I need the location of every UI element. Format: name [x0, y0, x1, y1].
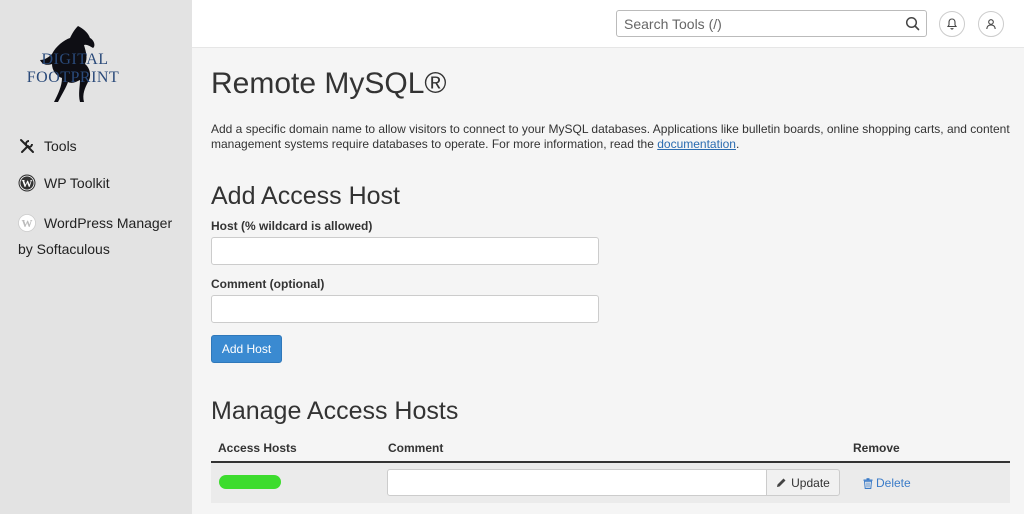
sidebar-item-tools[interactable]: Tools: [18, 136, 188, 156]
pencil-icon: [776, 477, 787, 488]
update-label: Update: [791, 475, 830, 490]
logo-text-line1: DIGITAL: [41, 51, 109, 68]
update-button[interactable]: Update: [766, 469, 840, 496]
table-row: Update Delete: [211, 463, 1010, 503]
sidebar-item-sublabel: by Softaculous: [18, 241, 110, 257]
add-host-button[interactable]: Add Host: [211, 335, 282, 363]
top-header: [192, 0, 1024, 48]
comment-input[interactable]: [211, 295, 599, 323]
documentation-link[interactable]: documentation: [657, 137, 736, 151]
bell-icon: [946, 18, 958, 30]
description-end: .: [735, 137, 740, 151]
sidebar-item-label: WP Toolkit: [44, 175, 110, 191]
search-input[interactable]: [617, 11, 897, 36]
notifications-button[interactable]: [939, 11, 965, 37]
table-header: Access Hosts Comment Remove: [211, 433, 1010, 463]
delete-link[interactable]: Delete: [863, 476, 911, 490]
tools-icon: [18, 137, 36, 155]
user-icon: [986, 19, 996, 30]
redacted-host: [219, 475, 281, 489]
search-box[interactable]: [616, 10, 927, 37]
sidebar-item-wp-toolkit[interactable]: W WP Toolkit: [18, 173, 188, 193]
add-access-host-heading: Add Access Host: [211, 182, 400, 210]
access-hosts-table: Access Hosts Comment Remove Update Delet…: [211, 433, 1010, 503]
wordpress-icon: W: [18, 174, 36, 192]
logo-text-line2: FOOTPRINT: [26, 69, 120, 86]
sidebar-item-label: Tools: [44, 138, 77, 154]
page-title: Remote MySQL®: [211, 67, 447, 100]
manage-access-hosts-heading: Manage Access Hosts: [211, 397, 459, 425]
row-comment-input[interactable]: [387, 469, 767, 496]
description-text: Add a specific domain name to allow visi…: [211, 122, 1010, 151]
logo[interactable]: DIGITAL FOOTPRINT: [18, 24, 128, 108]
delete-label: Delete: [876, 476, 911, 490]
column-header-access-hosts: Access Hosts: [218, 441, 297, 455]
user-menu-button[interactable]: [978, 11, 1004, 37]
column-header-remove: Remove: [853, 441, 900, 455]
comment-label: Comment (optional): [211, 277, 325, 291]
main-content: Remote MySQL® Add a specific domain name…: [192, 49, 1024, 514]
sidebar-item-label: WordPress Manager: [44, 215, 173, 231]
svg-text:W: W: [22, 178, 33, 190]
host-input[interactable]: [211, 237, 599, 265]
sidebar-item-wordpress-manager[interactable]: W WordPress Manager by Softaculous: [18, 210, 188, 262]
search-icon[interactable]: [905, 16, 920, 36]
sidebar-nav: Tools W WP Toolkit W WordPress Manager b…: [18, 136, 188, 279]
trash-icon: [863, 477, 873, 489]
wordpress-icon: W: [18, 214, 36, 232]
column-header-comment: Comment: [388, 441, 444, 455]
svg-text:W: W: [22, 218, 33, 230]
page-description: Add a specific domain name to allow visi…: [211, 122, 1011, 152]
sidebar: DIGITAL FOOTPRINT Tools W WP Toolkit W W…: [0, 0, 192, 514]
host-label: Host (% wildcard is allowed): [211, 219, 373, 233]
